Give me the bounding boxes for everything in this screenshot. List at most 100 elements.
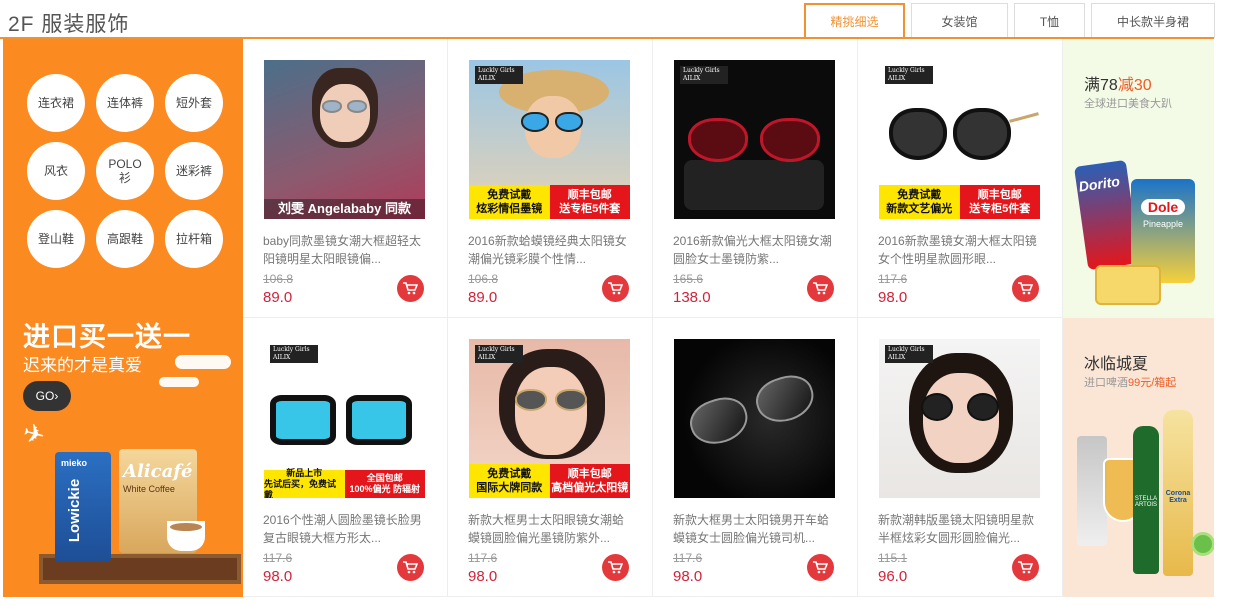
category-camo-pants[interactable]: 迷彩裤 bbox=[165, 142, 223, 200]
product-card[interactable]: 新款大框男士太阳镜男开车蛤蟆镜女士圆脸偏光镜司机... 117.6 98.0 bbox=[653, 318, 858, 597]
ad-title-highlight: 减30 bbox=[1117, 77, 1152, 94]
banner-left: 新品上市 先试后买，免费试戴 bbox=[264, 468, 345, 499]
product-card[interactable]: Luckly Girls AILIX 2016新款偏光大框太阳镜女潮圆脸女士墨镜… bbox=[653, 39, 858, 318]
original-price: 106.8 bbox=[468, 272, 499, 286]
banner-text: 先试后买，免费试戴 bbox=[264, 478, 337, 499]
banner-text: 免费试戴 bbox=[487, 189, 532, 201]
banner-text: 国际大牌同款 bbox=[476, 482, 543, 494]
add-to-cart-button[interactable] bbox=[807, 554, 834, 581]
product-grid: 刘雯 Angelababy 同款 baby同款墨镜女潮大框超轻太阳镜明星太阳眼镜… bbox=[243, 39, 1063, 597]
coffee-sub: White Coffee bbox=[123, 484, 175, 494]
corona-bottle-image: Corona Extra bbox=[1163, 410, 1193, 576]
product-image[interactable]: 刘雯 Angelababy 同款 bbox=[264, 60, 425, 219]
ad-title-text: 满78 bbox=[1084, 77, 1118, 94]
banner-text: 免费试戴 bbox=[897, 189, 942, 201]
category-trench-coat[interactable]: 风衣 bbox=[27, 142, 85, 200]
pineapple-label: Pineapple bbox=[1142, 219, 1184, 229]
airplane-icon: ✈ bbox=[19, 416, 49, 452]
face-shape bbox=[515, 367, 587, 455]
product-title[interactable]: 新款潮韩版墨镜太阳镜明星款半框炫彩女圆形圆脸偏光... bbox=[878, 511, 1044, 547]
dole-label: Dole bbox=[1141, 199, 1185, 215]
sale-price: 98.0 bbox=[263, 568, 293, 585]
category-high-heels[interactable]: 高跟鞋 bbox=[96, 210, 154, 268]
cart-icon bbox=[403, 561, 418, 574]
product-image[interactable]: Luckly Girls AILIX bbox=[674, 60, 835, 219]
banner-text: 100%偏光 防辐射 bbox=[349, 484, 421, 494]
original-price: 117.6 bbox=[878, 272, 908, 286]
category-dress[interactable]: 连衣裙 bbox=[27, 74, 85, 132]
product-title[interactable]: 2016个性潮人圆脸墨镜长脸男复古眼镜大框方形太... bbox=[263, 511, 429, 547]
stella-bottle-image: STELLA ARTOIS bbox=[1133, 426, 1159, 574]
banner-text: 免费试戴 bbox=[487, 468, 532, 480]
add-to-cart-button[interactable] bbox=[602, 275, 629, 302]
cloud-decoration bbox=[159, 377, 199, 387]
product-title[interactable]: 2016新款蛤蟆镜经典太阳镜女潮偏光镜彩膜个性情... bbox=[468, 232, 634, 268]
product-card[interactable]: 刘雯 Angelababy 同款 baby同款墨镜女潮大框超轻太阳镜明星太阳眼镜… bbox=[243, 39, 448, 318]
add-to-cart-button[interactable] bbox=[1012, 554, 1039, 581]
face-shape bbox=[320, 84, 370, 142]
add-to-cart-button[interactable] bbox=[397, 554, 424, 581]
coffee-cup-image bbox=[167, 521, 205, 551]
lime-image bbox=[1191, 532, 1214, 556]
ad-title: 冰临城夏 bbox=[1084, 350, 1148, 374]
product-image[interactable]: Luckly Girls AILIX 免费试戴 新款文艺偏光 顺丰包邮 送专柜5件套 bbox=[879, 60, 1040, 219]
product-title[interactable]: baby同款墨镜女潮大框超轻太阳镜明星太阳眼镜偏... bbox=[263, 232, 429, 268]
banner-right: 全国包邮 100%偏光 防辐射 bbox=[344, 470, 425, 498]
lens-left bbox=[322, 100, 342, 113]
product-card[interactable]: Luckly Girls AILIX 免费试戴 新款文艺偏光 顺丰包邮 送专柜5件套… bbox=[858, 39, 1063, 318]
brand-logo: Luckly Girls AILIX bbox=[475, 66, 523, 84]
ad-sub-text: 进口啤酒 bbox=[1084, 377, 1128, 389]
banner-text: 新款文艺偏光 bbox=[886, 203, 953, 215]
lens-left bbox=[270, 395, 336, 445]
add-to-cart-button[interactable] bbox=[602, 554, 629, 581]
tab-featured[interactable]: 精挑细选 bbox=[804, 3, 905, 39]
tab-midi-skirt[interactable]: 中长款半身裙 bbox=[1091, 3, 1215, 38]
sale-price: 98.0 bbox=[673, 568, 703, 585]
product-card[interactable]: Luckly Girls AILIX 新品上市 先试后买，免费试戴 全国包邮 100… bbox=[243, 318, 448, 597]
banner-text: 送专柜5件套 bbox=[969, 203, 1031, 215]
product-image[interactable]: Luckly Girls AILIX 免费试戴 炫彩情侣墨镜 顺丰包邮 送专柜5件套 bbox=[469, 60, 630, 219]
product-card[interactable]: Luckly Girls AILIX 免费试戴 国际大牌同款 顺丰包邮 高档偏光太阳… bbox=[448, 318, 653, 597]
ad-beer[interactable]: 冰临城夏 进口啤酒99元/箱起 STELLA ARTOIS Corona Ext… bbox=[1063, 318, 1214, 597]
product-title[interactable]: 新款大框男士太阳镜男开车蛤蟆镜女士圆脸偏光镜司机... bbox=[673, 511, 839, 547]
ad-subtitle: 全球进口美食大趴 bbox=[1084, 98, 1172, 110]
category-polo[interactable]: POLO衫 bbox=[96, 142, 154, 200]
cart-icon bbox=[1018, 561, 1033, 574]
cart-icon bbox=[608, 561, 623, 574]
sale-price: 89.0 bbox=[468, 289, 498, 306]
temple-arm bbox=[1009, 112, 1039, 123]
category-hiking-shoes[interactable]: 登山鞋 bbox=[27, 210, 85, 268]
brand-logo: Luckly Girls AILIX bbox=[270, 345, 318, 363]
lens-right bbox=[347, 100, 367, 113]
ad-snacks[interactable]: 满78减30 全球进口美食大趴 Dorito Dole Pineapple bbox=[1063, 39, 1214, 318]
product-card[interactable]: Luckly Girls AILIX 免费试戴 炫彩情侣墨镜 顺丰包邮 送专柜5件套… bbox=[448, 39, 653, 318]
add-to-cart-button[interactable] bbox=[1012, 275, 1039, 302]
lens-left bbox=[921, 393, 953, 421]
category-grid: 连衣裙 连体裤 短外套 风衣 POLO衫 迷彩裤 登山鞋 高跟鞋 拉杆箱 bbox=[27, 74, 227, 268]
product-image[interactable]: Luckly Girls AILIX bbox=[879, 339, 1040, 498]
original-price: 115.1 bbox=[878, 551, 908, 565]
product-image[interactable] bbox=[674, 339, 835, 498]
promo-panel[interactable]: 连衣裙 连体裤 短外套 风衣 POLO衫 迷彩裤 登山鞋 高跟鞋 拉杆箱 进口买… bbox=[3, 39, 243, 597]
product-card[interactable]: Luckly Girls AILIX 新款潮韩版墨镜太阳镜明星款半框炫彩女圆形圆… bbox=[858, 318, 1063, 597]
product-title[interactable]: 2016新款偏光大框太阳镜女潮圆脸女士墨镜防紫... bbox=[673, 232, 839, 268]
banner-right: 顺丰包邮 高档偏光太阳镜 bbox=[549, 464, 630, 498]
category-short-jacket[interactable]: 短外套 bbox=[165, 74, 223, 132]
product-title[interactable]: 新款大框男士太阳眼镜女潮蛤蟆镜圆脸偏光墨镜防紫外... bbox=[468, 511, 634, 547]
stella-label: STELLA ARTOIS bbox=[1134, 496, 1158, 508]
category-jumpsuit[interactable]: 连体裤 bbox=[96, 74, 154, 132]
image-caption: 刘雯 Angelababy 同款 bbox=[264, 199, 425, 219]
tab-womens-wear[interactable]: 女装馆 bbox=[911, 3, 1008, 38]
product-title[interactable]: 2016新款墨镜女潮大框太阳镜女个性明星款圆形眼... bbox=[878, 232, 1044, 268]
product-image[interactable]: Luckly Girls AILIX 免费试戴 国际大牌同款 顺丰包邮 高档偏光太阳… bbox=[469, 339, 630, 498]
brand-logo: Luckly Girls AILIX bbox=[885, 345, 933, 363]
banner-left: 免费试戴国际大牌同款 bbox=[469, 464, 550, 498]
category-luggage[interactable]: 拉杆箱 bbox=[165, 210, 223, 268]
lens-right bbox=[555, 112, 583, 132]
go-button[interactable]: GO › bbox=[23, 381, 71, 411]
add-to-cart-button[interactable] bbox=[807, 275, 834, 302]
tab-tshirt[interactable]: T恤 bbox=[1014, 3, 1085, 38]
add-to-cart-button[interactable] bbox=[397, 275, 424, 302]
chevron-right-icon: › bbox=[54, 389, 59, 403]
product-image[interactable]: Luckly Girls AILIX 新品上市 先试后买，免费试戴 全国包邮 100… bbox=[264, 339, 425, 498]
